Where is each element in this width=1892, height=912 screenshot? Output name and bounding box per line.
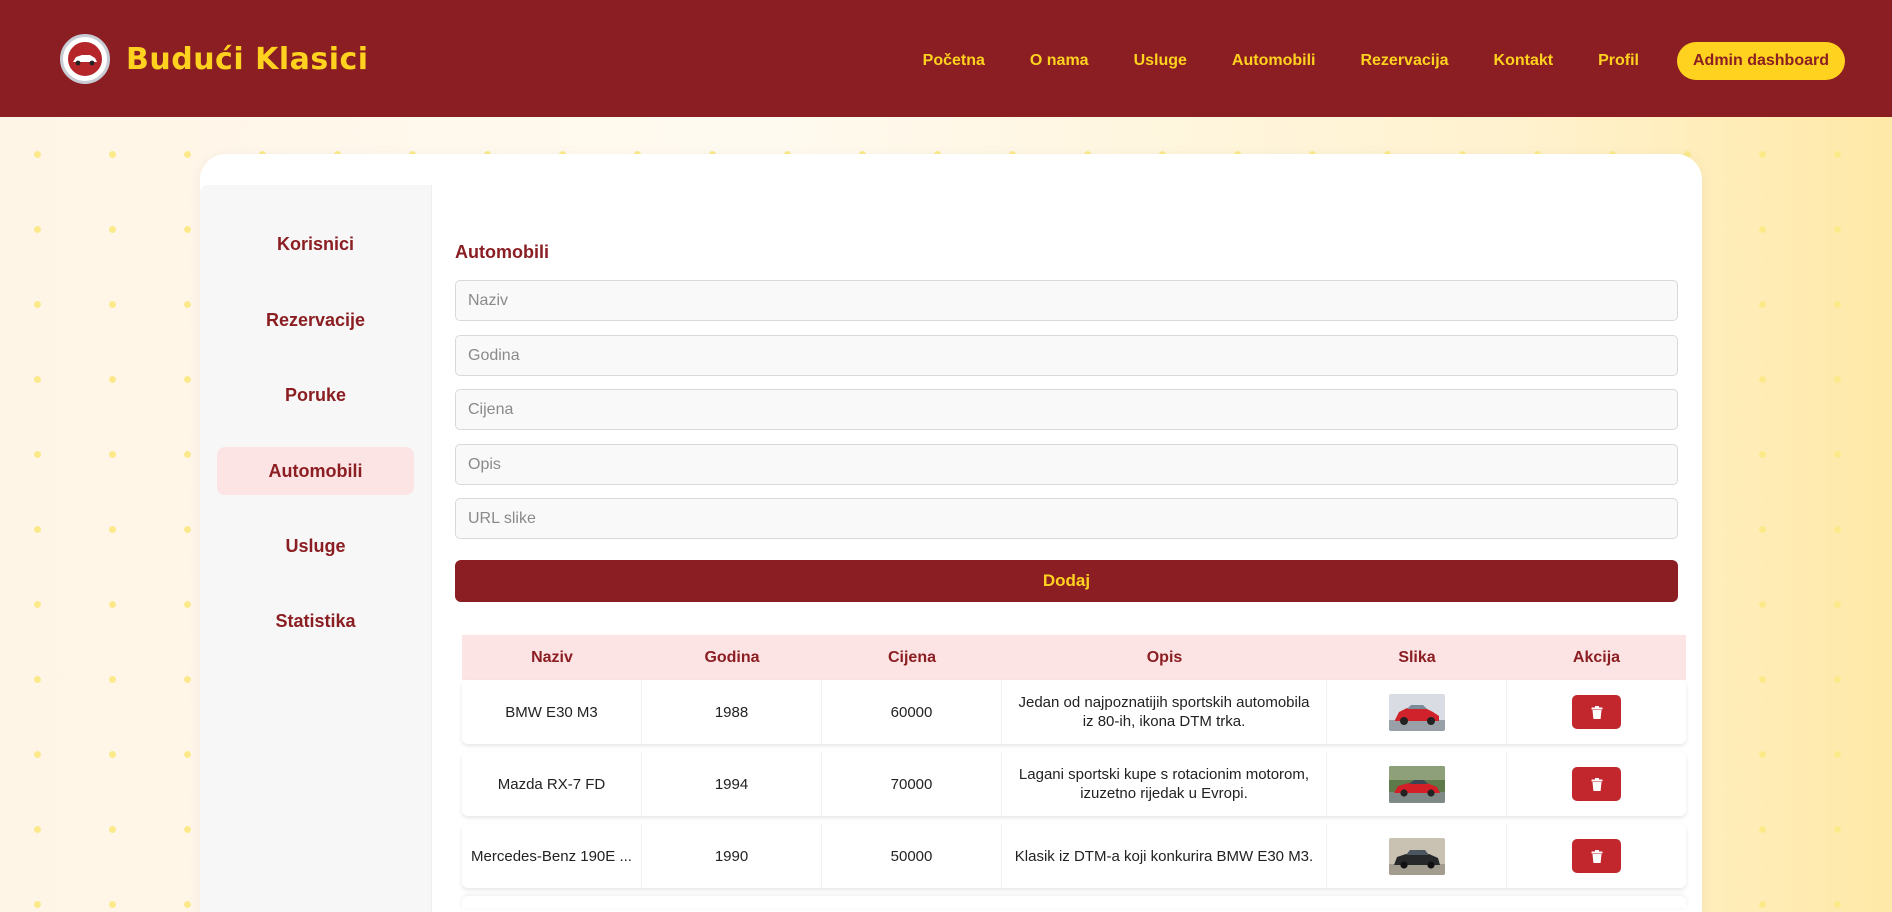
table-header: Naziv Godina Cijena Opis Slika Akcija	[462, 635, 1686, 680]
nav-link-profil[interactable]: Profil	[1598, 52, 1639, 70]
column-header-cijena: Cijena	[887, 648, 936, 666]
column-header-godina: Godina	[704, 648, 760, 666]
admin-sidebar: Korisnici Rezervacije Poruke Automobili …	[200, 185, 432, 912]
cell-naziv: Mazda RX-7 FD	[462, 752, 642, 816]
black-mercedes-thumbnail	[1388, 837, 1445, 875]
cars-table: Naziv Godina Cijena Opis Slika Akcija BM…	[462, 635, 1686, 908]
cijena-input[interactable]	[455, 389, 1678, 430]
nav-link-pocetna[interactable]: Početna	[923, 52, 985, 70]
column-header-naziv: Naziv	[531, 648, 573, 666]
brand[interactable]: Budući Klasici	[60, 34, 369, 84]
table-row-partial	[462, 896, 1686, 908]
top-navbar: Budući Klasici Početna O nama Usluge Aut…	[0, 0, 1892, 117]
dodaj-button[interactable]: Dodaj	[455, 560, 1678, 602]
nav-link-o-nama[interactable]: O nama	[1030, 52, 1089, 70]
red-bmw-thumbnail	[1388, 693, 1445, 731]
column-header-akcija: Akcija	[1572, 648, 1621, 666]
table-row: Mercedes-Benz 190E ... 1990 50000 Klasik…	[462, 824, 1686, 888]
opis-input[interactable]	[455, 444, 1678, 485]
sidebar-item-usluge[interactable]: Usluge	[217, 522, 414, 570]
cell-akcija	[1507, 824, 1686, 888]
cell-cijena: 60000	[822, 680, 1002, 744]
cell-godina: 1994	[642, 752, 822, 816]
delete-button[interactable]	[1572, 767, 1621, 801]
nav-link-rezervacija[interactable]: Rezervacija	[1360, 52, 1448, 70]
sidebar-item-poruke[interactable]: Poruke	[217, 371, 414, 419]
cell-naziv: BMW E30 M3	[462, 680, 642, 744]
trash-icon	[1591, 777, 1602, 791]
cell-godina: 1990	[642, 824, 822, 888]
sidebar-item-rezervacije[interactable]: Rezervacije	[217, 296, 414, 344]
section-title: Automobili	[455, 242, 549, 262]
brand-name: Budući Klasici	[126, 41, 369, 77]
cell-naziv: Mercedes-Benz 190E ...	[462, 824, 642, 888]
sidebar-item-korisnici[interactable]: Korisnici	[217, 220, 414, 268]
cell-akcija	[1507, 752, 1686, 816]
delete-button[interactable]	[1572, 839, 1621, 873]
cell-godina: 1988	[642, 680, 822, 744]
cell-akcija	[1507, 680, 1686, 744]
table-body: BMW E30 M3 1988 60000 Jedan od najpoznat…	[462, 680, 1686, 908]
sidebar-item-statistika[interactable]: Statistika	[217, 597, 414, 645]
red-mazda-thumbnail	[1388, 765, 1445, 803]
column-header-slika: Slika	[1398, 648, 1436, 666]
main-nav: Početna O nama Usluge Automobili Rezerva…	[878, 42, 1845, 80]
nav-link-usluge[interactable]: Usluge	[1134, 52, 1187, 70]
cell-slika	[1327, 824, 1507, 888]
godina-input[interactable]	[455, 335, 1678, 376]
logo-badge-icon	[60, 34, 110, 84]
cell-opis: Lagani sportski kupe s rotacionim motoro…	[1002, 752, 1327, 816]
trash-icon	[1591, 849, 1602, 863]
sidebar-item-automobili[interactable]: Automobili	[217, 447, 414, 495]
column-header-opis: Opis	[1146, 648, 1183, 666]
admin-dashboard-button[interactable]: Admin dashboard	[1676, 42, 1845, 80]
url-slike-input[interactable]	[455, 498, 1678, 539]
cell-opis: Jedan od najpoznatijih sportskih automob…	[1002, 680, 1327, 744]
table-row: BMW E30 M3 1988 60000 Jedan od najpoznat…	[462, 680, 1686, 744]
cell-slika	[1327, 680, 1507, 744]
delete-button[interactable]	[1572, 695, 1621, 729]
cell-opis: Klasik iz DTM-a koji konkurira BMW E30 M…	[1002, 824, 1327, 888]
table-row: Mazda RX-7 FD 1994 70000 Lagani sportski…	[462, 752, 1686, 816]
cell-cijena: 70000	[822, 752, 1002, 816]
nav-link-kontakt[interactable]: Kontakt	[1494, 52, 1554, 70]
cell-cijena: 50000	[822, 824, 1002, 888]
naziv-input[interactable]	[455, 280, 1678, 321]
nav-link-automobili[interactable]: Automobili	[1232, 52, 1316, 70]
trash-icon	[1591, 705, 1602, 719]
cell-slika	[1327, 752, 1507, 816]
